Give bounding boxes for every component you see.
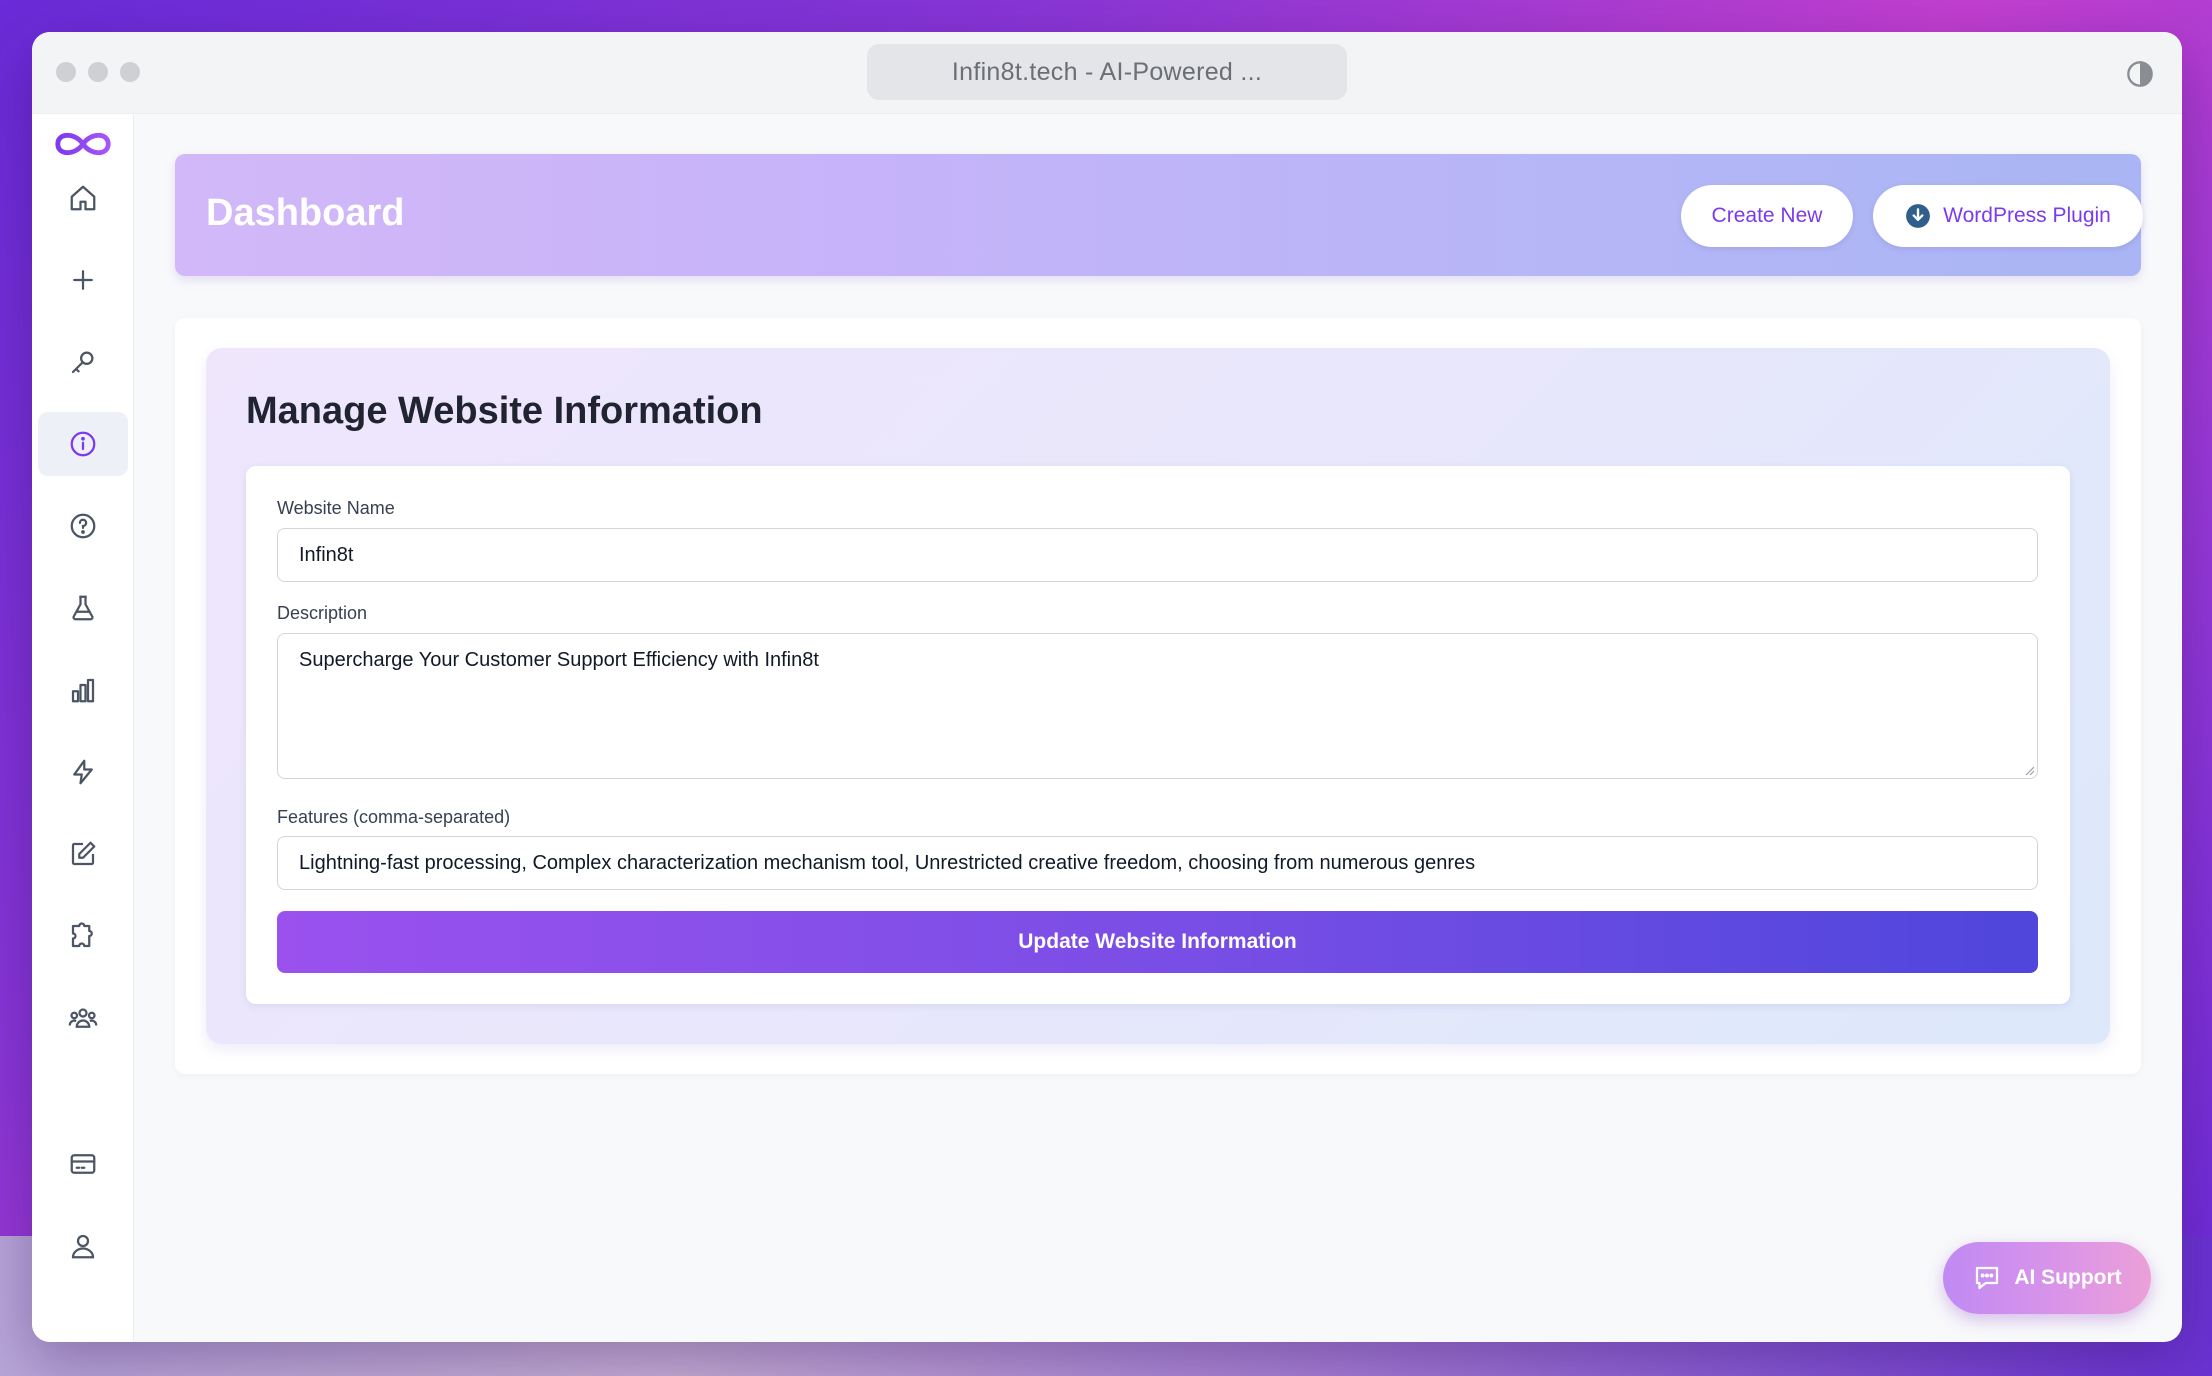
browser-window: Infin8t.tech - AI-Powered ... Dashboard … [32,32,2182,1342]
update-website-info-button[interactable]: Update Website Information [277,911,2038,973]
download-icon [1906,204,1931,228]
dashboard-header: Dashboard Create New WordPress Plugin [175,154,2143,276]
puzzle-icon [71,922,93,948]
description-textarea[interactable]: Supercharge Your Customer Support Effici… [277,633,2038,779]
info-icon [70,431,96,457]
sidebar-item-info[interactable] [38,412,128,476]
close-window-button[interactable] [56,62,76,82]
wordpress-plugin-button[interactable]: WordPress Plugin [1873,185,2143,247]
create-new-button[interactable]: Create New [1681,185,1853,247]
credit-card-icon [70,1154,96,1174]
description-text: Supercharge Your Customer Support Effici… [299,649,819,671]
window-controls [56,62,140,82]
sidebar-item-team[interactable] [38,986,128,1050]
sidebar-item-lab[interactable] [38,576,128,640]
sidebar-item-keys[interactable] [38,330,128,394]
description-label: Description [277,603,368,623]
help-icon [70,513,96,539]
address-bar[interactable]: Infin8t.tech - AI-Powered ... [867,44,1347,100]
ai-support-button[interactable]: AI Support [1943,1242,2151,1314]
section-title: Manage Website Information [246,390,763,432]
website-name-label: Website Name [277,498,395,518]
website-name-input[interactable]: Infin8t [277,528,2038,582]
sidebar [32,114,134,1342]
infinity-logo-icon[interactable] [52,124,114,164]
flask-icon [72,595,94,621]
contrast-icon[interactable] [2126,60,2154,88]
sidebar-item-billing[interactable] [38,1132,128,1196]
maximize-window-button[interactable] [120,62,140,82]
title-bar: Infin8t.tech - AI-Powered ... [32,32,2182,114]
chat-bubble-icon [1976,1266,1999,1290]
sidebar-item-profile[interactable] [38,1214,128,1278]
team-icon [68,1008,98,1028]
sidebar-item-automation[interactable] [38,740,128,804]
content-card: Manage Website Information Website Name … [175,318,2141,1074]
page-title: Dashboard [206,192,405,234]
website-info-panel: Manage Website Information Website Name … [206,348,2110,1044]
website-info-form: Website Name Infin8t Description Superch… [246,466,2070,1004]
sidebar-item-help[interactable] [38,494,128,558]
minimize-window-button[interactable] [88,62,108,82]
wordpress-plugin-label: WordPress Plugin [1943,204,2111,227]
resize-handle-icon[interactable] [2023,764,2035,776]
plus-icon [73,270,93,290]
sidebar-item-integrations[interactable] [38,904,128,968]
lightning-icon [73,759,93,785]
home-icon [70,185,96,211]
sidebar-item-create[interactable] [38,248,128,312]
features-input[interactable]: Lightning-fast processing, Complex chara… [277,836,2038,890]
features-label: Features (comma-separated) [277,807,511,827]
user-icon [71,1234,95,1259]
sidebar-item-home[interactable] [38,166,128,230]
ai-support-label: AI Support [2014,1266,2122,1289]
edit-icon [71,841,96,866]
key-icon [71,351,94,374]
sidebar-item-edit[interactable] [38,822,128,886]
sidebar-item-analytics[interactable] [38,658,128,722]
bar-chart-icon [71,678,95,703]
